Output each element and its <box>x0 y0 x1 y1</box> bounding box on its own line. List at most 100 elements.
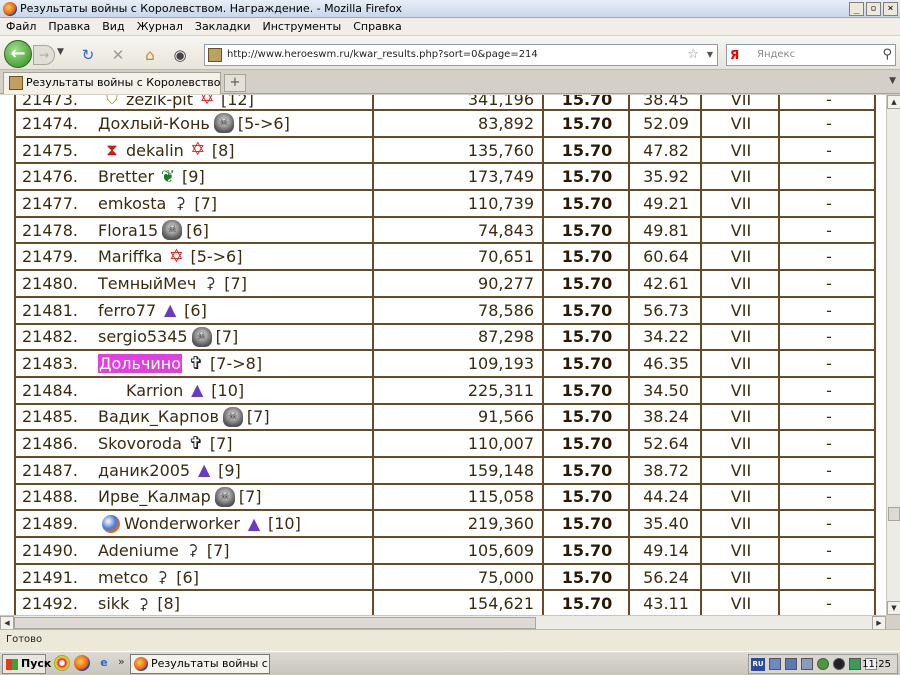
address-dropdown-icon[interactable]: ▼ <box>707 45 713 65</box>
percent-cell: 34.22 <box>632 324 702 350</box>
player-name-link[interactable]: zezik-pit <box>126 95 193 109</box>
points-cell: 115,058 <box>376 484 544 510</box>
player-level: [10] <box>267 514 301 534</box>
player-name-link[interactable]: Adeniume <box>98 541 179 560</box>
coefficient-cell: 15.70 <box>546 324 630 350</box>
rank-cell: VII <box>704 511 780 536</box>
player-name-link[interactable]: ТемныйМеч <box>98 274 196 293</box>
firefox-quicklaunch-icon[interactable] <box>74 655 90 671</box>
points-cell: 83,892 <box>376 111 544 136</box>
player-cell: sikk ⚳ [8] <box>96 591 374 615</box>
scroll-left-icon[interactable]: ◀ <box>0 616 14 630</box>
home-icon[interactable]: ⌂ <box>140 45 160 65</box>
back-button[interactable]: ← <box>4 40 32 68</box>
player-name-link[interactable]: metco <box>98 568 148 587</box>
scroll-right-icon[interactable]: ▶ <box>872 616 886 630</box>
wizard-hat-icon: ▲ <box>191 380 204 400</box>
player-name-link[interactable]: Wonderworker <box>124 514 240 533</box>
skull-guild-icon: ☠ <box>191 326 212 347</box>
menu-edit[interactable]: Правка <box>42 20 96 33</box>
coefficient-cell: 15.70 <box>546 271 630 296</box>
start-button[interactable]: Пуск <box>2 654 51 674</box>
player-name-link[interactable]: sergio5345 <box>98 327 188 346</box>
player-name-link[interactable]: Дольчино <box>98 354 183 374</box>
rank-cell: VII <box>704 297 780 323</box>
horizontal-scroll-thumb[interactable] <box>14 617 536 629</box>
tab-results[interactable]: Результаты войны с Королевство... <box>3 72 221 94</box>
ie-icon[interactable]: e <box>96 655 112 671</box>
scythe-guild-icon: ⚳ <box>137 594 149 613</box>
player-level: [9] <box>218 460 241 480</box>
scythe-guild-icon: ⚳ <box>156 568 168 587</box>
player-name-link[interactable]: Skovoroda <box>98 434 182 453</box>
player-name-link[interactable]: Дохлый-Конь <box>98 114 210 133</box>
history-dropdown-icon[interactable]: ▼ <box>57 47 64 57</box>
points-cell: 110,739 <box>376 191 544 216</box>
menu-help[interactable]: Справка <box>347 20 407 33</box>
row-number: 21486. <box>22 434 78 454</box>
player-name-link[interactable]: Mariffka <box>98 247 162 266</box>
player-name-link[interactable]: dekalin <box>126 141 184 160</box>
player-name-link[interactable]: Flora15 <box>98 221 158 240</box>
player-name-link[interactable]: ferro77 <box>98 301 156 320</box>
player-level: [6] <box>186 220 209 240</box>
player-name-link[interactable]: sikk <box>98 594 129 613</box>
player-name-link[interactable]: Ирве_Калмар <box>98 487 211 506</box>
player-name-link[interactable]: Вадик_Карпов <box>98 407 219 426</box>
tray-antivirus-icon[interactable] <box>817 658 829 670</box>
player-level: [7] <box>246 407 270 427</box>
menu-tools[interactable]: Инструменты <box>257 20 348 33</box>
star-guild-icon: ✡ <box>168 245 184 267</box>
menu-bookmarks[interactable]: Закладки <box>189 20 257 33</box>
star-guild-icon: ✡ <box>199 95 215 109</box>
player-name-link[interactable]: Bretter <box>98 167 154 186</box>
forward-button[interactable]: → <box>33 45 55 65</box>
tray-player-icon[interactable] <box>833 658 845 670</box>
tray-display-icon[interactable] <box>785 658 797 670</box>
browser-window: Результаты войны с Королевством. Награжд… <box>0 0 900 675</box>
menu-view[interactable]: Вид <box>96 20 130 33</box>
coefficient-cell: 15.70 <box>546 95 630 109</box>
language-indicator[interactable]: RU <box>751 658 765 671</box>
player-name-link[interactable]: emkosta <box>98 194 166 213</box>
player-cell: Wonderworker ▲ [10] <box>96 511 374 536</box>
table-row: 21481. ferro77 ▲ [6] 78,586 15.70 56.73 VII - <box>16 297 874 325</box>
player-cell: metco ⚳ [6] <box>96 564 374 590</box>
player-name-link[interactable]: Karrion <box>126 381 183 400</box>
addon-icon[interactable]: ◉ <box>170 45 190 65</box>
bookmark-star-icon[interactable]: ☆ <box>687 45 699 65</box>
tab-list-dropdown-icon[interactable]: ▼ <box>889 76 896 86</box>
player-cell: Mariffka ✡ [5->6] <box>96 244 374 270</box>
title-bar: Результаты войны с Королевством. Награжд… <box>0 0 900 18</box>
close-button[interactable]: × <box>883 1 898 16</box>
coefficient-cell: 15.70 <box>546 457 630 483</box>
menu-history[interactable]: Журнал <box>131 20 189 33</box>
percent-cell: 43.11 <box>632 591 702 615</box>
taskbar-firefox-button[interactable]: Результаты войны с... <box>130 654 270 674</box>
tray-update-icon[interactable] <box>849 658 861 670</box>
scroll-down-icon[interactable]: ▼ <box>887 601 900 615</box>
quicklaunch-more-icon[interactable]: » <box>118 655 125 668</box>
tray-network-icon[interactable] <box>769 658 781 670</box>
vertical-scrollbar[interactable]: ▲ ▼ <box>886 95 900 615</box>
stop-icon[interactable]: ✕ <box>108 45 128 65</box>
points-cell: 74,843 <box>376 217 544 243</box>
reload-icon[interactable]: ↻ <box>78 45 98 65</box>
minimize-button[interactable]: _ <box>849 1 864 16</box>
skull-guild-icon: ☠ <box>222 406 243 427</box>
search-icon[interactable]: ⚲ <box>882 45 892 65</box>
player-name-link[interactable]: даник2005 <box>98 461 190 480</box>
search-box[interactable]: Я Яндекс ⚲ <box>726 44 896 66</box>
address-bar[interactable]: http://www.heroeswm.ru/kwar_results.php?… <box>204 44 718 66</box>
points-cell: 87,298 <box>376 324 544 350</box>
maximize-button[interactable]: ▫ <box>866 1 881 16</box>
chrome-icon[interactable] <box>54 655 70 671</box>
menu-file[interactable]: Файл <box>0 20 42 33</box>
yandex-logo-icon[interactable]: Я <box>730 47 745 63</box>
tray-connection-icon[interactable] <box>801 658 813 670</box>
new-tab-button[interactable]: + <box>224 74 246 92</box>
percent-cell: 49.14 <box>632 538 702 563</box>
vertical-scroll-thumb[interactable] <box>888 507 900 521</box>
horizontal-scrollbar[interactable]: ◀ ▶ <box>0 615 886 630</box>
scroll-up-icon[interactable]: ▲ <box>887 95 900 109</box>
